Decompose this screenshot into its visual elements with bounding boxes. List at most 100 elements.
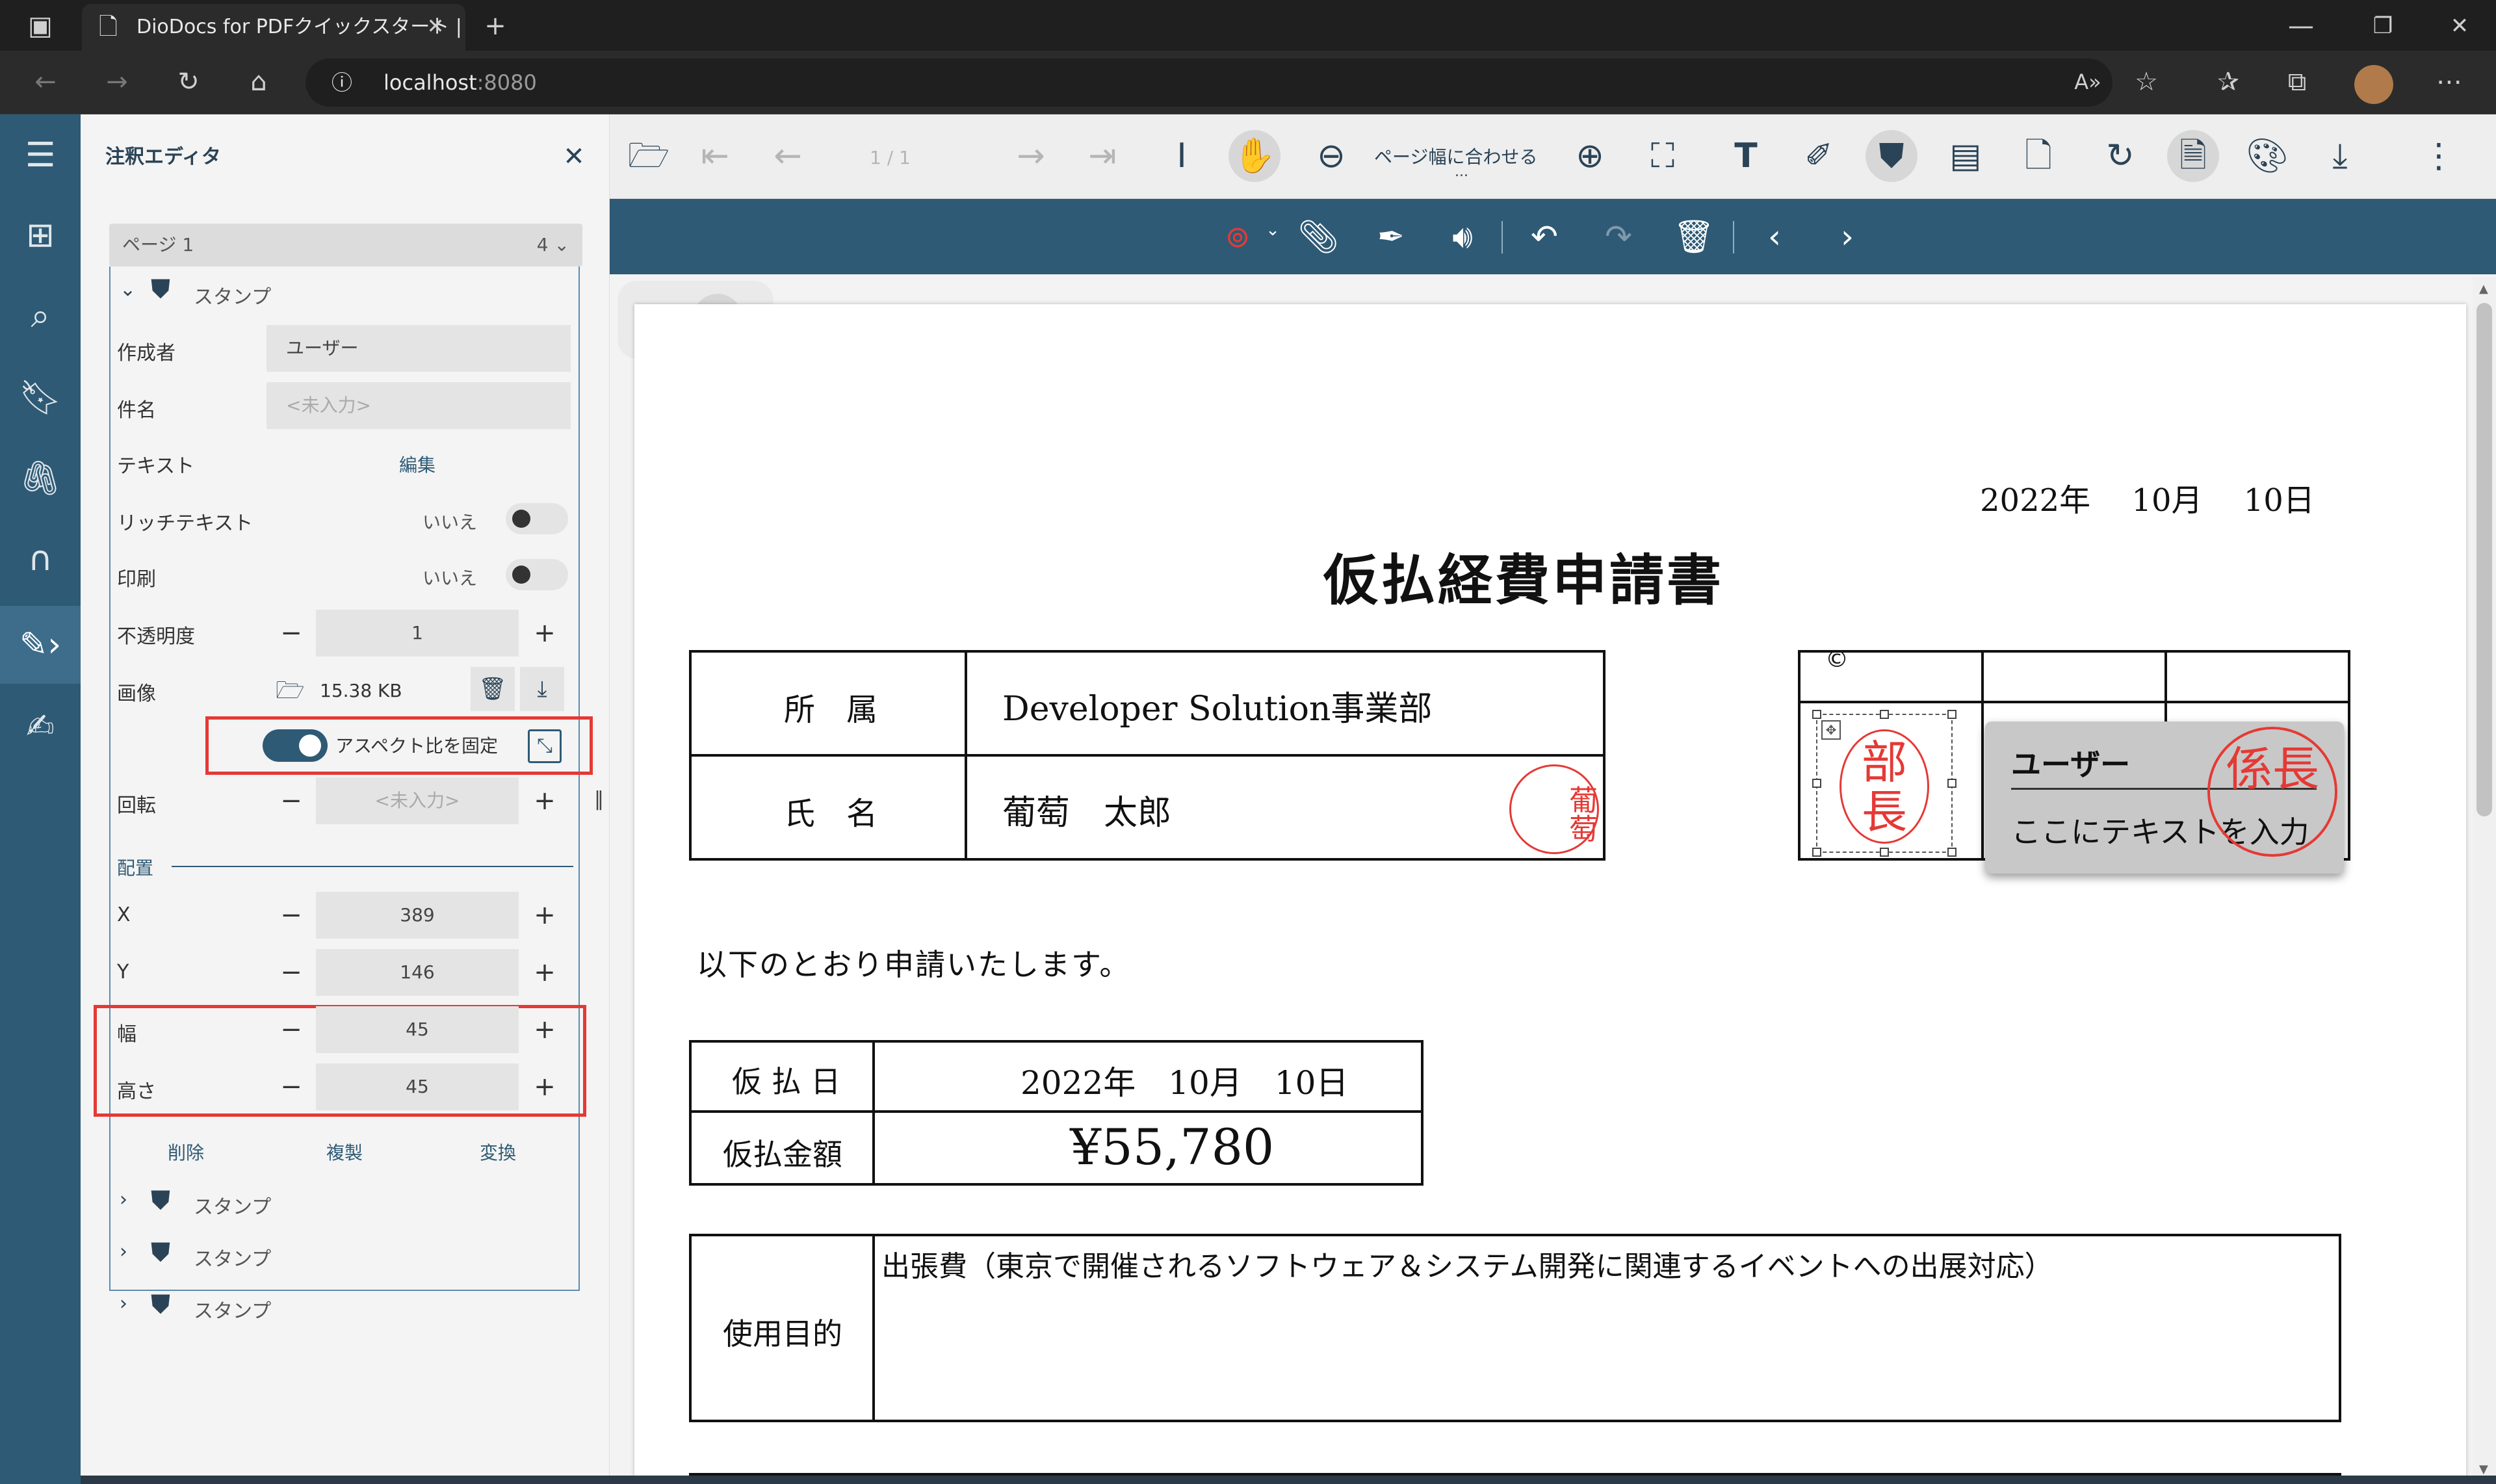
annotation-editor-icon[interactable]: ✎›	[0, 606, 81, 684]
stamp-collapse-chevron-icon[interactable]: ›	[120, 1240, 127, 1263]
minimize-icon[interactable]: —	[2275, 0, 2327, 52]
stamp-collapse-chevron-icon[interactable]: ›	[120, 1188, 127, 1211]
rotate-handle-icon[interactable]: ©	[1825, 646, 1849, 673]
stamp-collapse-chevron-icon[interactable]: ›	[120, 1292, 127, 1315]
redo-icon[interactable]: ↷	[1592, 211, 1644, 263]
resize-handle[interactable]	[1880, 710, 1889, 719]
rotation-field[interactable]: <未入力>	[316, 777, 519, 824]
read-aloud-icon[interactable]: A»	[2062, 56, 2114, 108]
width-minus-button[interactable]: −	[272, 1006, 311, 1053]
height-field[interactable]: 45	[316, 1063, 519, 1110]
reload-icon[interactable]: ↻	[162, 56, 214, 108]
fullscreen-icon[interactable]: ⛶	[1637, 130, 1689, 182]
close-panel-button[interactable]: ✕	[551, 134, 597, 179]
theme-palette-icon[interactable]: 🎨︎	[2241, 130, 2293, 182]
resize-handle[interactable]	[1812, 779, 1821, 788]
height-plus-button[interactable]: +	[525, 1063, 564, 1110]
fit-width-more[interactable]: ...	[1455, 164, 1468, 180]
scroll-down-icon[interactable]: ▼	[2479, 1463, 2488, 1476]
next-page-icon[interactable]: →	[1005, 130, 1057, 182]
stamp-list-item[interactable]: スタンプ	[194, 1243, 271, 1271]
bucho-stamp[interactable]: 部長	[1840, 729, 1929, 844]
kakari-stamp[interactable]: 係長	[2207, 727, 2337, 857]
stamp-list-item[interactable]: スタンプ	[194, 1295, 271, 1323]
zoom-in-icon[interactable]: ⊕	[1564, 130, 1616, 182]
width-plus-button[interactable]: +	[525, 1006, 564, 1053]
opacity-minus-button[interactable]: −	[272, 610, 311, 657]
height-minus-button[interactable]: −	[272, 1063, 311, 1110]
width-field[interactable]: 45	[316, 1006, 519, 1053]
menu-icon[interactable]: ☰	[0, 116, 81, 194]
stamp-list-item[interactable]: スタンプ	[194, 1191, 271, 1219]
close-window-icon[interactable]: ✕	[2434, 0, 2486, 52]
scroll-up-icon[interactable]: ▲	[2479, 282, 2488, 296]
favorites-icon[interactable]: ✰	[2202, 56, 2254, 108]
signature-icon[interactable]: ∩	[0, 520, 81, 598]
author-field[interactable]: ユーザー	[266, 325, 571, 372]
x-plus-button[interactable]: +	[525, 892, 564, 939]
attachment-annot-icon[interactable]: 📎︎	[1292, 211, 1344, 263]
download-icon[interactable]: ⤓	[2314, 130, 2366, 182]
tab-actions-icon[interactable]: ▣	[14, 0, 66, 52]
bookmark-icon[interactable]: 🔖︎	[0, 359, 81, 437]
url-field[interactable]: ⓘ localhost:8080	[306, 59, 2112, 107]
pan-hand-icon[interactable]: ✋	[1228, 130, 1280, 182]
page-tools-icon[interactable]: 🗋	[2012, 130, 2064, 182]
forward-icon[interactable]: →	[91, 56, 143, 108]
stamp-expand-chevron-icon[interactable]: ⌄	[120, 278, 136, 301]
x-minus-button[interactable]: −	[272, 892, 311, 939]
name-stamp[interactable]: 葡萄	[1509, 764, 1599, 854]
richtext-toggle[interactable]	[506, 503, 568, 534]
stamp-dropdown-icon[interactable]: ⌄	[1247, 204, 1299, 256]
resize-handle[interactable]	[1947, 848, 1956, 857]
more-menu-icon[interactable]: ⋯	[2423, 56, 2475, 108]
last-page-icon[interactable]: ⇥	[1076, 130, 1128, 182]
browser-tab[interactable]: 🗋 DioDocs for PDFクイックスタート | P	[82, 4, 465, 51]
delete-image-icon[interactable]: 🗑	[471, 667, 515, 711]
resize-handle[interactable]	[1947, 779, 1956, 788]
rotation-minus-button[interactable]: −	[272, 777, 311, 824]
move-handle-icon[interactable]: ✥	[1821, 720, 1841, 740]
previous-annot-icon[interactable]: ‹	[1748, 211, 1800, 263]
print-toggle[interactable]	[506, 559, 568, 590]
text-select-icon[interactable]: I	[1156, 130, 1208, 182]
subject-field[interactable]: <未入力>	[266, 382, 571, 429]
stamp-tool-icon[interactable]: ⛊	[1866, 130, 1918, 182]
opacity-plus-button[interactable]: +	[525, 610, 564, 657]
home-icon[interactable]: ⌂	[233, 56, 285, 108]
profile-avatar[interactable]	[2354, 65, 2393, 104]
duplicate-button[interactable]: 複製	[326, 1139, 363, 1165]
opacity-field[interactable]: 1	[316, 610, 519, 657]
restore-icon[interactable]: ❐	[2357, 0, 2409, 52]
next-annot-icon[interactable]: ›	[1821, 211, 1873, 263]
close-tab-icon[interactable]: ✕	[410, 0, 462, 52]
page-selector[interactable]: ページ 1 4 ⌄	[109, 224, 582, 267]
rotate-icon[interactable]: ↻	[2094, 130, 2146, 182]
panel-resize-handle[interactable]: ‖	[594, 788, 604, 811]
convert-button[interactable]: 変換	[480, 1139, 516, 1165]
more-options-icon[interactable]: ⋮	[2413, 130, 2465, 182]
sound-annot-icon[interactable]: 🔊︎	[1436, 211, 1488, 263]
attachment-icon[interactable]: 🖇︎	[0, 439, 81, 517]
collections-icon[interactable]: ⧉	[2271, 56, 2323, 108]
text-edit-link[interactable]: 編集	[399, 451, 436, 477]
resize-original-icon[interactable]: ⤡	[528, 729, 562, 763]
ink-pen-icon[interactable]: ✒	[1365, 211, 1417, 263]
new-tab-button[interactable]: +	[469, 0, 521, 52]
x-field[interactable]: 389	[316, 892, 519, 939]
open-file-icon[interactable]: 🗁	[623, 130, 675, 182]
search-icon[interactable]: ⌕	[0, 277, 81, 355]
vertical-scrollbar[interactable]: ▲ ▼	[2473, 277, 2496, 1484]
scrollbar-thumb[interactable]	[2476, 303, 2492, 816]
download-image-icon[interactable]: ⤓	[520, 667, 564, 711]
zoom-out-icon[interactable]: ⊖	[1305, 130, 1357, 182]
text-tools-icon[interactable]: T	[1720, 130, 1772, 182]
rotation-plus-button[interactable]: +	[525, 777, 564, 824]
y-field[interactable]: 146	[316, 949, 519, 996]
stamp-header-label[interactable]: スタンプ	[194, 281, 271, 309]
thumbnails-icon[interactable]: ⊞	[0, 196, 81, 274]
form-editor-icon[interactable]: ✍	[0, 688, 81, 766]
resize-handle[interactable]	[1812, 848, 1821, 857]
resize-handle[interactable]	[1947, 710, 1956, 719]
draw-tools-icon[interactable]: ✐	[1793, 130, 1845, 182]
